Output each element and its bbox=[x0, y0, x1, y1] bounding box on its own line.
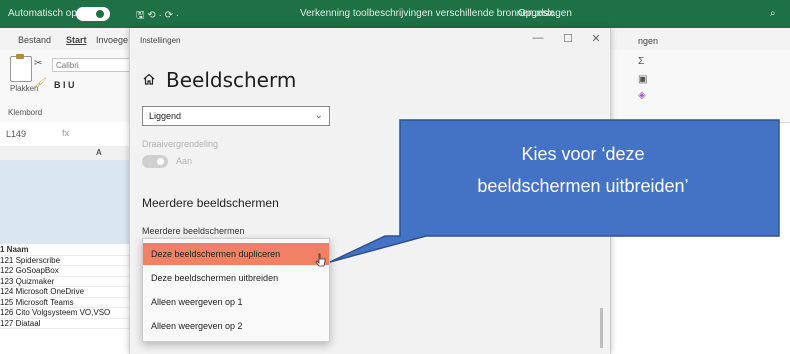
font-name-box[interactable]: Calibri bbox=[52, 58, 130, 72]
callout-text: Kies voor ‘deze beeldschermen uitbreiden… bbox=[400, 138, 766, 202]
table-row[interactable]: 123 Quizmaker bbox=[0, 277, 134, 287]
multiple-displays-menu: Deze beeldschermen dupliceren Deze beeld… bbox=[142, 238, 330, 342]
mouse-cursor-icon bbox=[315, 253, 326, 267]
multiple-displays-heading: Meerdere beeldschermen bbox=[142, 196, 279, 210]
tab-right[interactable]: ngen bbox=[638, 36, 658, 46]
table-row[interactable]: 126 Cito Volgsysteem VO,VSO bbox=[0, 308, 134, 319]
table-row[interactable]: 127 Diataal bbox=[0, 319, 134, 329]
paste-icon[interactable] bbox=[10, 54, 32, 82]
orientation-value: Liggend bbox=[149, 111, 182, 121]
table-row[interactable]: 124 Microsoft OneDrive bbox=[0, 287, 134, 298]
rotation-lock-toggle[interactable] bbox=[142, 155, 168, 168]
search-icon[interactable]: ⌕ bbox=[770, 8, 776, 19]
selected-cells bbox=[0, 160, 130, 244]
orientation-dropdown[interactable]: Liggend ⌄ bbox=[142, 106, 330, 126]
option-only-2[interactable]: Alleen weergeven op 2 bbox=[143, 315, 329, 337]
clear-icon[interactable]: ◈ bbox=[638, 90, 646, 101]
excel-title-bar: Automatisch opslaan 🖫 ⟲ · ⟳ · Verkenning… bbox=[0, 0, 790, 28]
column-header: A bbox=[0, 146, 130, 161]
scrollbar[interactable] bbox=[600, 308, 603, 348]
callout-line-2: beeldschermen uitbreiden’ bbox=[477, 176, 689, 196]
chevron-down-icon: ⌄ bbox=[314, 110, 323, 121]
name-box[interactable]: L149 bbox=[6, 129, 26, 139]
multiple-displays-label: Meerdere beeldschermen bbox=[142, 226, 245, 236]
rotation-lock-state: Aan bbox=[176, 156, 193, 166]
clipboard-group-label: Klembord bbox=[8, 108, 43, 117]
table-row[interactable]: 125 Microsoft Teams bbox=[0, 298, 134, 308]
tab-file[interactable]: Bestand bbox=[18, 35, 51, 45]
page-title: Beeldscherm bbox=[166, 68, 297, 92]
sheet-rows: 1 Naam 121 Spiderscribe 122 GoSoapBox 12… bbox=[0, 245, 134, 329]
fx-icon[interactable]: fx bbox=[62, 128, 69, 138]
cut-icon[interactable]: ✂ bbox=[34, 58, 42, 69]
home-icon[interactable] bbox=[142, 72, 156, 86]
maximize-button[interactable]: ☐ bbox=[558, 32, 578, 45]
callout-line-1: Kies voor ‘deze bbox=[521, 144, 645, 164]
option-extend[interactable]: Deze beeldschermen uitbreiden bbox=[143, 267, 329, 289]
header-row[interactable]: 1 Naam bbox=[0, 245, 134, 256]
option-only-1[interactable]: Alleen weergeven op 1 bbox=[143, 291, 329, 313]
option-duplicate[interactable]: Deze beeldschermen dupliceren bbox=[143, 243, 329, 265]
font-style-buttons[interactable]: B I U bbox=[54, 80, 75, 90]
table-row[interactable]: 121 Spiderscribe bbox=[0, 256, 134, 266]
formula-bar: L149 fx bbox=[0, 122, 130, 147]
workbook-title: Verkenning toolbeschrijvingen verschille… bbox=[300, 8, 554, 19]
format-painter-icon[interactable]: 🖌 bbox=[34, 78, 47, 89]
close-button[interactable]: ✕ bbox=[586, 32, 606, 45]
minimize-button[interactable]: — bbox=[528, 32, 548, 44]
sum-icon[interactable]: Σ bbox=[638, 56, 644, 67]
tab-insert[interactable]: Invoege bbox=[96, 35, 128, 45]
table-row[interactable]: 122 GoSoapBox bbox=[0, 266, 134, 277]
fill-icon[interactable]: ▣ bbox=[638, 74, 647, 85]
saved-status: Opgeslagen bbox=[518, 8, 572, 19]
rotation-lock-label: Draaivergrendeling bbox=[142, 139, 219, 149]
column-a-header[interactable]: A bbox=[96, 148, 102, 157]
settings-window-title: Instellingen bbox=[140, 36, 181, 45]
autosave-toggle[interactable] bbox=[76, 7, 110, 21]
save-icon[interactable]: 🖫 ⟲ · ⟳ · bbox=[136, 8, 179, 25]
tab-home[interactable]: Start bbox=[66, 35, 87, 45]
